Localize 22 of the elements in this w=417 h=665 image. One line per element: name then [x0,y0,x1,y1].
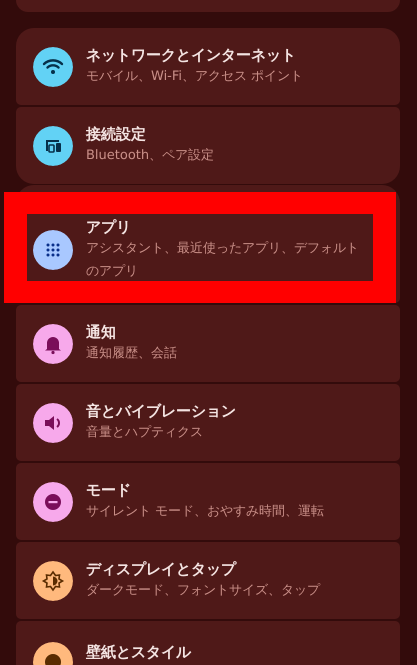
settings-item[interactable]: ネットワークとインターネット モバイル、Wi-Fi、アクセス ポイント [16,28,400,105]
settings-item[interactable]: 音とバイブレーション 音量とハプティクス [16,384,400,461]
item-title: 壁紙とスタイル [86,642,191,662]
item-title: 音とバイブレーション [86,401,236,421]
settings-item[interactable]: 壁紙とスタイル [16,621,400,665]
settings-item[interactable]: モード サイレント モード、おやすみ時間、運転 [16,463,400,540]
item-title: モード [86,480,132,500]
item-subtitle: サイレント モード、おやすみ時間、運転 [86,503,324,521]
item-subtitle: Bluetooth、ペア設定 [86,147,214,165]
item-subtitle: ダークモード、フォントサイズ、タップ [86,582,320,600]
item-subtitle: アシスタント、最近使ったアプリ、デフォルトのアプリ [86,240,360,281]
item-subtitle: 音量とハプティクス [86,424,204,442]
item-title: ネットワークとインターネット [86,45,297,65]
settings-item[interactable]: 接続設定 Bluetooth、ペア設定 [16,107,400,184]
item-title: 接続設定 [86,124,147,144]
item-title: アプリ [86,217,132,237]
item-subtitle: モバイル、Wi-Fi、アクセス ポイント [86,68,304,86]
settings-item[interactable]: 通知 通知履歴、会話 [16,305,400,382]
settings-item[interactable]: ディスプレイとタップ ダークモード、フォントサイズ、タップ [16,542,400,619]
item-subtitle: 通知履歴、会話 [86,345,177,363]
item-title: ディスプレイとタップ [86,559,238,579]
item-title: 通知 [86,322,117,342]
